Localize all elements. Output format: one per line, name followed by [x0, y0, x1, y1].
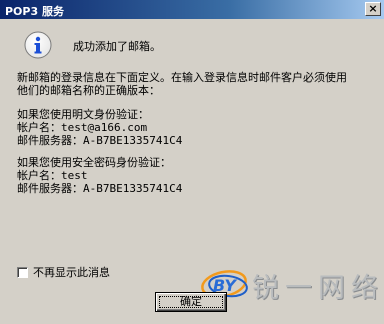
account-label: 帐户名：: [17, 169, 61, 182]
watermark-text: 锐一网络: [252, 273, 384, 304]
close-icon[interactable]: ×: [365, 2, 381, 16]
plaintext-server-row: 邮件服务器：A-B7BE1335741C4: [17, 134, 182, 147]
plaintext-auth-heading: 如果您使用明文身份验证：: [17, 108, 149, 121]
focus-rect: [159, 296, 223, 308]
dont-show-again-checkbox[interactable]: [17, 266, 28, 278]
plaintext-account-row: 帐户名：test@a166.com: [17, 121, 182, 134]
intro-line: 他们的邮箱名称的正确版本：: [17, 84, 160, 97]
account-label: 帐户名：: [17, 121, 61, 134]
info-icon: [24, 31, 52, 59]
intro-line: 新邮箱的登录信息在下面定义。在输入登录信息时邮件客户必须使用: [17, 71, 347, 84]
dont-show-again-label[interactable]: 不再显示此消息: [33, 264, 110, 280]
message-heading: 成功添加了邮箱。: [73, 40, 161, 53]
message-intro: 新邮箱的登录信息在下面定义。在输入登录信息时邮件客户必须使用 他们的邮箱名称的正…: [17, 71, 347, 97]
server-label: 邮件服务器：: [17, 182, 83, 195]
spa-auth-block: 如果您使用安全密码身份验证： 帐户名：test 邮件服务器：A-B7BE1335…: [17, 156, 182, 195]
spa-account-row: 帐户名：test: [17, 169, 182, 182]
server-value: A-B7BE1335741C4: [83, 134, 183, 147]
dont-show-again-row: 不再显示此消息: [17, 264, 110, 280]
server-value: A-B7BE1335741C4: [83, 182, 183, 195]
account-value: test@a166.com: [61, 121, 148, 134]
server-label: 邮件服务器：: [17, 134, 83, 147]
ok-button[interactable]: 确定: [155, 292, 227, 312]
plaintext-auth-block: 如果您使用明文身份验证： 帐户名：test@a166.com 邮件服务器：A-B…: [17, 108, 182, 147]
title-bar: POP3 服务 ×: [0, 0, 384, 19]
spa-auth-heading: 如果您使用安全密码身份验证：: [17, 156, 171, 169]
spa-server-row: 邮件服务器：A-B7BE1335741C4: [17, 182, 182, 195]
window-title: POP3 服务: [5, 5, 64, 18]
account-value: test: [61, 169, 88, 182]
